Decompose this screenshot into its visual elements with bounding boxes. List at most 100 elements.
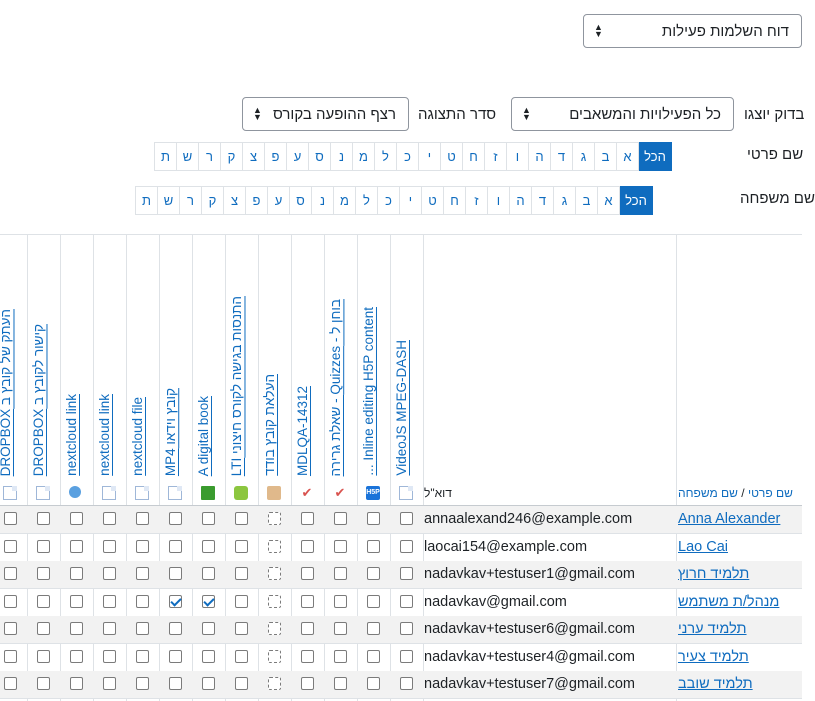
completion-checkbox[interactable] xyxy=(103,649,116,663)
activity-link[interactable]: קישור לקובץ ב DROPBOX xyxy=(31,324,46,476)
completion-checkbox[interactable] xyxy=(136,594,149,608)
first-name-letter[interactable]: ל xyxy=(374,142,397,171)
completion-checkbox[interactable] xyxy=(301,649,314,663)
completion-checkbox[interactable] xyxy=(169,622,182,635)
first-name-letter[interactable]: ר xyxy=(198,142,221,171)
last-name-letter[interactable]: כ xyxy=(377,186,400,215)
completion-checkbox[interactable] xyxy=(202,649,215,663)
completion-checkbox[interactable] xyxy=(301,677,314,690)
completion-checkbox[interactable] xyxy=(235,677,248,690)
completion-checkbox[interactable] xyxy=(37,512,50,525)
completion-checkbox[interactable] xyxy=(169,567,182,580)
completion-checkbox[interactable] xyxy=(202,567,215,580)
user-name-link[interactable]: Lao Cai xyxy=(678,539,728,555)
completion-checkbox[interactable] xyxy=(400,622,413,635)
user-name-link[interactable]: Anna Alexander xyxy=(678,511,780,527)
completion-checkbox[interactable] xyxy=(4,594,17,608)
first-name-letter[interactable]: ו xyxy=(506,142,529,171)
completion-checkbox[interactable] xyxy=(70,677,83,690)
completion-checkbox[interactable] xyxy=(367,677,380,690)
last-name-letter[interactable]: י xyxy=(399,186,422,215)
first-name-letter[interactable]: י xyxy=(418,142,441,171)
activity-link[interactable]: nextcloud link xyxy=(64,394,79,476)
completion-checkbox[interactable] xyxy=(70,649,83,663)
completion-checkbox[interactable] xyxy=(268,567,281,580)
completion-checkbox[interactable] xyxy=(4,567,17,580)
user-name-link[interactable]: תלמיד שובב xyxy=(678,676,753,692)
completion-checkbox[interactable] xyxy=(334,677,347,690)
first-name-letter[interactable]: ה xyxy=(528,142,551,171)
last-name-letter[interactable]: ד xyxy=(531,186,554,215)
last-name-letter[interactable]: ת xyxy=(135,186,158,215)
completion-checkbox[interactable] xyxy=(4,622,17,635)
first-name-letter[interactable]: ע xyxy=(286,142,309,171)
first-name-letter[interactable]: ח xyxy=(462,142,485,171)
last-name-letter[interactable]: ש xyxy=(157,186,180,215)
activity-link[interactable]: קובץ וידאו MP4 xyxy=(163,388,178,476)
last-name-letter-all[interactable]: הכל xyxy=(619,186,653,215)
completion-checkbox[interactable] xyxy=(334,649,347,663)
completion-checkbox[interactable] xyxy=(400,649,413,663)
completion-checkbox[interactable] xyxy=(268,594,281,608)
completion-checkbox[interactable] xyxy=(169,512,182,525)
completion-checkbox[interactable] xyxy=(136,677,149,690)
last-name-letter[interactable]: ל xyxy=(355,186,378,215)
completion-checkbox[interactable] xyxy=(4,677,17,690)
activity-link[interactable]: A digital book xyxy=(196,396,211,476)
completion-checkbox[interactable] xyxy=(37,567,50,580)
last-name-letter[interactable]: מ xyxy=(333,186,356,215)
activity-link[interactable]: MDLQA-14312 xyxy=(295,386,310,476)
completion-checkbox[interactable] xyxy=(367,622,380,635)
completion-checkbox[interactable] xyxy=(70,594,83,608)
first-name-letter[interactable]: ש xyxy=(176,142,199,171)
completion-checkbox[interactable] xyxy=(136,567,149,580)
completion-checkbox[interactable] xyxy=(169,677,182,690)
completion-checkbox[interactable] xyxy=(301,622,314,635)
report-select[interactable]: דוח השלמות פעילות ▲ ▼ xyxy=(583,14,802,48)
completion-checkbox[interactable] xyxy=(169,594,182,608)
activity-link[interactable]: העלאת קובץ בודד xyxy=(262,374,277,476)
completion-checkbox[interactable] xyxy=(334,567,347,580)
completion-checkbox[interactable] xyxy=(235,512,248,525)
completion-checkbox[interactable] xyxy=(70,512,83,525)
last-name-letter[interactable]: ג xyxy=(553,186,576,215)
first-name-letter[interactable]: ת xyxy=(154,142,177,171)
completion-checkbox[interactable] xyxy=(202,594,215,608)
first-name-letter[interactable]: צ xyxy=(242,142,265,171)
activity-link[interactable]: בוחן ל - Quizzes - שאלת גרירה xyxy=(328,299,343,476)
last-name-letter[interactable]: ק xyxy=(201,186,224,215)
completion-checkbox[interactable] xyxy=(169,539,182,553)
completion-checkbox[interactable] xyxy=(37,677,50,690)
completion-checkbox[interactable] xyxy=(169,649,182,663)
completion-checkbox[interactable] xyxy=(301,512,314,525)
last-name-letter[interactable]: ט xyxy=(421,186,444,215)
show-activities-select[interactable]: כל הפעילויות והמשאבים ▲ ▼ xyxy=(511,97,734,131)
completion-checkbox[interactable] xyxy=(235,622,248,635)
completion-checkbox[interactable] xyxy=(136,539,149,553)
last-name-letter[interactable]: ח xyxy=(443,186,466,215)
completion-checkbox[interactable] xyxy=(235,649,248,663)
first-name-letter[interactable]: ז xyxy=(484,142,507,171)
first-name-letter[interactable]: ט xyxy=(440,142,463,171)
completion-checkbox[interactable] xyxy=(235,539,248,553)
activity-link[interactable]: nextcloud link xyxy=(97,394,112,476)
completion-checkbox[interactable] xyxy=(202,512,215,525)
completion-checkbox[interactable] xyxy=(367,649,380,663)
completion-checkbox[interactable] xyxy=(400,539,413,553)
activity-link[interactable]: Inline editing H5P content ... xyxy=(361,307,376,476)
user-name-link[interactable]: תלמיד חרוץ xyxy=(678,566,749,582)
last-name-letter[interactable]: ס xyxy=(289,186,312,215)
last-name-letter[interactable]: צ xyxy=(223,186,246,215)
first-name-letter[interactable]: ס xyxy=(308,142,331,171)
completion-checkbox[interactable] xyxy=(37,622,50,635)
last-name-letter[interactable]: ו xyxy=(487,186,510,215)
completion-checkbox[interactable] xyxy=(202,539,215,553)
sort-first-name-link[interactable]: שם פרטי xyxy=(748,486,793,500)
first-name-letter[interactable]: ק xyxy=(220,142,243,171)
first-name-letter[interactable]: כ xyxy=(396,142,419,171)
user-name-link[interactable]: מנהל/ת משתמש xyxy=(678,594,779,610)
sort-last-name-link[interactable]: שם משפחה xyxy=(678,486,738,500)
completion-checkbox[interactable] xyxy=(235,567,248,580)
last-name-letter[interactable]: ז xyxy=(465,186,488,215)
first-name-letter[interactable]: ג xyxy=(572,142,595,171)
